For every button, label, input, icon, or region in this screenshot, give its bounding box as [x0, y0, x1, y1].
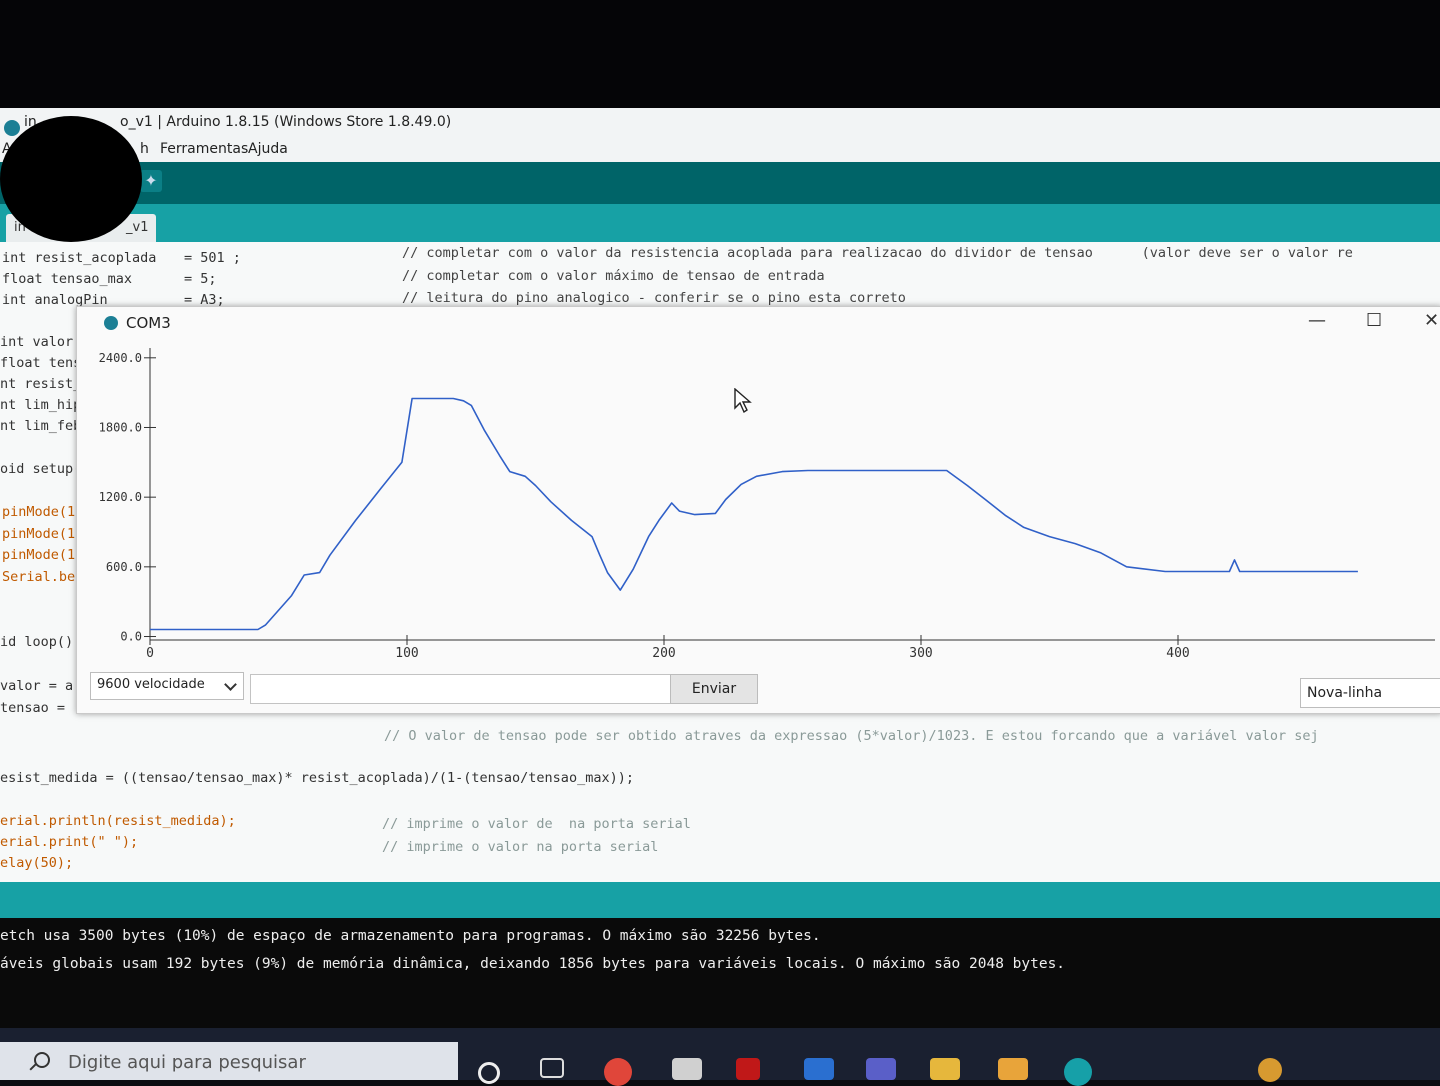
code-line: id loop()	[0, 634, 74, 650]
minimize-button[interactable]: —	[1308, 310, 1326, 331]
code-line: nt resist_	[0, 376, 82, 392]
line-ending-select[interactable]: Nova-linha	[1300, 678, 1440, 708]
y-tick-label: 0.0	[120, 630, 142, 644]
code-comment: // leitura do pino analogico - conferir …	[402, 290, 906, 306]
code-line: esist_medida = ((tensao/tensao_max)* res…	[0, 770, 634, 786]
teams-icon[interactable]	[866, 1058, 896, 1080]
cortana-icon[interactable]	[478, 1062, 500, 1084]
screen-bezel	[0, 0, 1440, 108]
code-line: int valor	[0, 334, 74, 350]
code-line: oid setup(	[0, 461, 82, 477]
code-line: valor = a	[0, 678, 74, 694]
menu-sketch[interactable]: h	[140, 141, 149, 157]
file-explorer-icon[interactable]	[930, 1058, 960, 1080]
new-sketch-icon[interactable]: ✦	[140, 170, 162, 192]
baud-rate-value: 9600 velocidade	[97, 677, 205, 692]
code-line: tensao =	[0, 700, 66, 716]
menu-tools[interactable]: Ferramentas	[160, 141, 248, 157]
search-placeholder: Digite aqui para pesquisar	[68, 1052, 306, 1073]
code-line: elay(50);	[0, 855, 74, 871]
code-line: Serial.be	[2, 569, 76, 585]
baud-rate-select[interactable]: 9600 velocidade	[90, 672, 244, 700]
console-line: etch usa 3500 bytes (10%) de espaço de a…	[0, 928, 821, 944]
code-line: erial.print(" ");	[0, 834, 139, 850]
menu-help[interactable]: Ajuda	[248, 141, 288, 157]
x-tick-label: 200	[652, 646, 675, 661]
tab-strip	[0, 204, 1440, 242]
y-tick-label: 1800.0	[99, 420, 142, 434]
ide-title: o_v1 | Arduino 1.8.15 (Windows Store 1.8…	[120, 114, 452, 130]
send-input[interactable]	[250, 674, 674, 704]
mouse-cursor-icon	[734, 388, 752, 414]
netflix-icon[interactable]	[736, 1058, 760, 1080]
code-line: nt lim_feb	[0, 418, 82, 434]
code-line: int resist_acoplada	[2, 250, 157, 266]
y-tick-label: 600.0	[106, 560, 142, 574]
send-button[interactable]: Enviar	[670, 674, 758, 704]
task-view-icon[interactable]	[540, 1058, 564, 1078]
taskbar-search[interactable]: Digite aqui para pesquisar	[0, 1042, 458, 1080]
code-line: pinMode(1	[2, 504, 76, 520]
code-value: = 501 ;	[184, 250, 241, 266]
code-comment: // O valor de tensao pode ser obtido atr…	[384, 728, 1319, 744]
code-line: erial.println(resist_medida);	[0, 813, 236, 829]
code-comment: // imprime o valor de na porta serial	[382, 816, 691, 832]
weather-icon[interactable]	[1258, 1058, 1282, 1082]
search-icon	[34, 1052, 50, 1068]
app-icon[interactable]	[672, 1058, 702, 1080]
line-ending-value: Nova-linha	[1307, 685, 1383, 701]
code-line: pinMode(1	[2, 526, 76, 542]
code-comment: // completar com o valor da resistencia …	[402, 245, 1353, 261]
series-line	[150, 397, 1358, 631]
chevron-down-icon	[224, 678, 237, 691]
code-value: = 5;	[184, 271, 217, 287]
app-icon[interactable]	[998, 1058, 1028, 1080]
serial-window-title: COM3	[126, 314, 171, 332]
code-line: pinMode(1	[2, 547, 76, 563]
x-tick-label: 300	[909, 646, 932, 661]
tab-label-suffix: _v1	[126, 220, 149, 235]
arduino-logo-icon	[104, 316, 118, 330]
console-line: áveis globais usam 192 bytes (9%) de mem…	[0, 956, 1066, 972]
mail-icon[interactable]	[804, 1058, 834, 1080]
code-line: float tensao_max	[2, 271, 133, 287]
close-button[interactable]: ✕	[1424, 310, 1439, 331]
redaction-blot	[0, 116, 142, 242]
y-tick-label: 2400.0	[99, 351, 142, 365]
y-tick-label: 1200.0	[99, 490, 142, 504]
serial-plot: 2400.0 1800.0 1200.0 600.0 0.0 0 100 200 300 400	[99, 348, 1435, 661]
status-bar	[0, 882, 1440, 918]
code-comment: // completar com o valor máximo de tensa…	[402, 268, 825, 284]
chrome-icon[interactable]	[604, 1058, 632, 1086]
ide-toolbar: ✦	[0, 162, 1440, 204]
x-tick-label: 0	[146, 646, 154, 661]
code-line: nt lim_hip	[0, 397, 82, 413]
maximize-button[interactable]: ☐	[1366, 310, 1382, 331]
arduino-logo-icon	[4, 120, 20, 136]
x-tick-label: 100	[395, 646, 418, 661]
code-comment: // imprime o valor na porta serial	[382, 839, 659, 855]
x-tick-label: 400	[1166, 646, 1189, 661]
arduino-taskbar-icon[interactable]	[1064, 1058, 1092, 1086]
